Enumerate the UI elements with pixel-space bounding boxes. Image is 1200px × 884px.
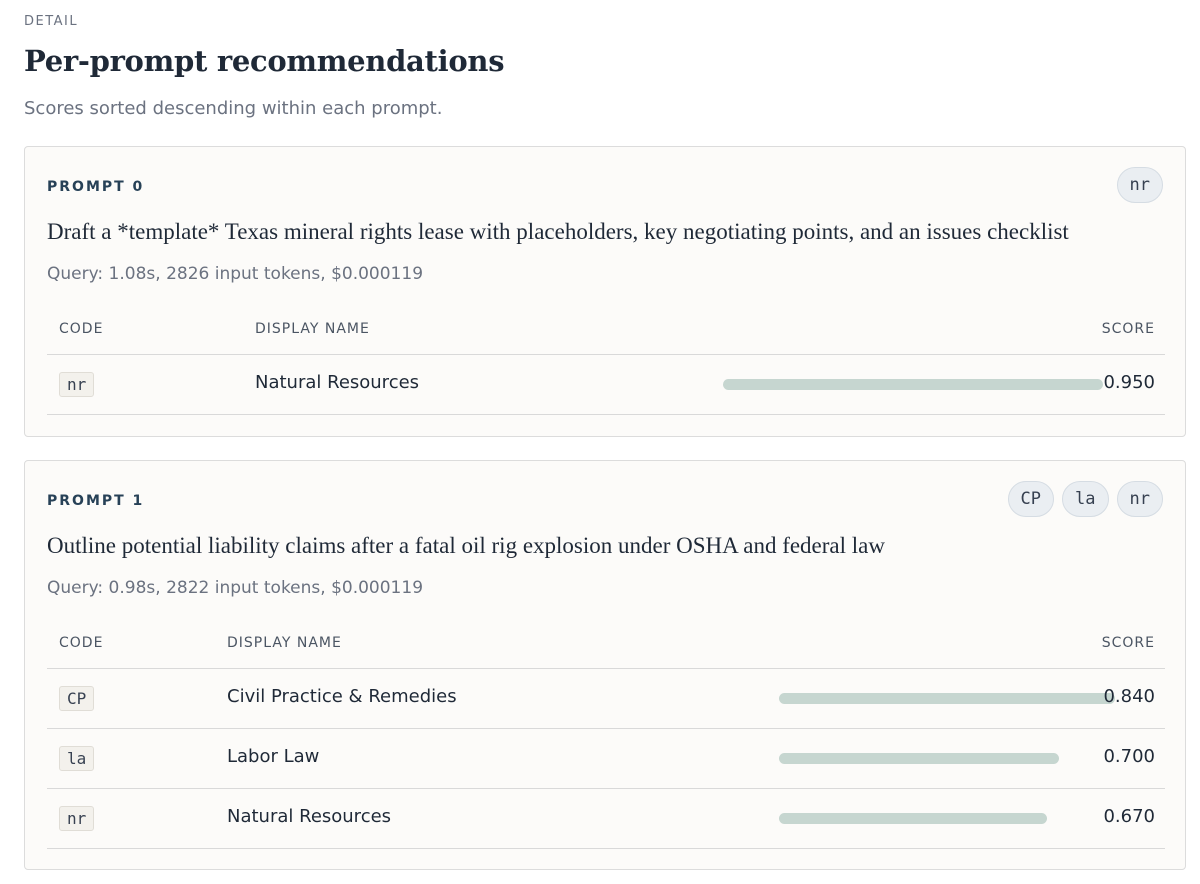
score-value: 0.840: [1103, 686, 1155, 707]
prompt-text: Draft a *template* Texas mineral rights …: [47, 219, 1069, 244]
display-name: Labor Law: [227, 746, 320, 767]
page: DETAIL Per-prompt recommendations Scores…: [0, 0, 1200, 884]
section-eyebrow: DETAIL: [24, 14, 79, 29]
score-bar: [723, 379, 1103, 390]
chip-cp[interactable]: CP: [1007, 481, 1055, 517]
col-header-display-name: DISPLAY NAME: [255, 321, 370, 337]
score-value: 0.670: [1103, 806, 1155, 827]
table-row[interactable]: la Labor Law 0.700: [47, 729, 1165, 789]
page-subtitle: Scores sorted descending within each pro…: [24, 98, 443, 119]
table-row[interactable]: nr Natural Resources 0.950: [47, 355, 1165, 415]
score-value: 0.700: [1103, 746, 1155, 767]
score-bar: [779, 753, 1059, 764]
code-badge: la: [59, 746, 95, 771]
display-name: Natural Resources: [255, 372, 420, 393]
chip-la[interactable]: la: [1062, 481, 1109, 517]
display-name: Natural Resources: [227, 806, 392, 827]
code-badge: CP: [59, 686, 95, 711]
score-value: 0.950: [1103, 372, 1155, 393]
recommendation-table: CODE DISPLAY NAME SCORE nr Natural Resou…: [47, 319, 1165, 415]
col-header-code: CODE: [59, 321, 104, 337]
table-row[interactable]: CP Civil Practice & Remedies 0.840: [47, 669, 1165, 729]
prompt-card-0: PROMPT 0 nr Draft a *template* Texas min…: [24, 146, 1186, 437]
query-stats: Query: 0.98s, 2822 input tokens, $0.0001…: [47, 578, 424, 598]
chip-nr[interactable]: nr: [1116, 167, 1163, 203]
chip-nr[interactable]: nr: [1116, 481, 1163, 517]
prompt-card-1: PROMPT 1 CP la nr Outline potential liab…: [24, 460, 1186, 870]
col-header-score: SCORE: [1101, 635, 1155, 651]
col-header-code: CODE: [59, 635, 104, 651]
col-header-display-name: DISPLAY NAME: [227, 635, 342, 651]
prompt-label: PROMPT 0: [47, 179, 145, 195]
code-badge: nr: [59, 372, 95, 397]
chip-group: CP la nr: [1007, 481, 1163, 517]
prompt-label: PROMPT 1: [47, 493, 145, 509]
display-name: Civil Practice & Remedies: [227, 686, 457, 707]
page-title: Per-prompt recommendations: [24, 44, 505, 78]
query-stats: Query: 1.08s, 2826 input tokens, $0.0001…: [47, 264, 424, 284]
recommendation-table: CODE DISPLAY NAME SCORE CP Civil Practic…: [47, 633, 1165, 849]
score-bar: [779, 813, 1047, 824]
col-header-score: SCORE: [1101, 321, 1155, 337]
chip-group: nr: [1116, 167, 1163, 203]
code-badge: nr: [59, 806, 95, 831]
score-bar: [779, 693, 1115, 704]
table-row[interactable]: nr Natural Resources 0.670: [47, 789, 1165, 849]
prompt-text: Outline potential liability claims after…: [47, 533, 885, 558]
